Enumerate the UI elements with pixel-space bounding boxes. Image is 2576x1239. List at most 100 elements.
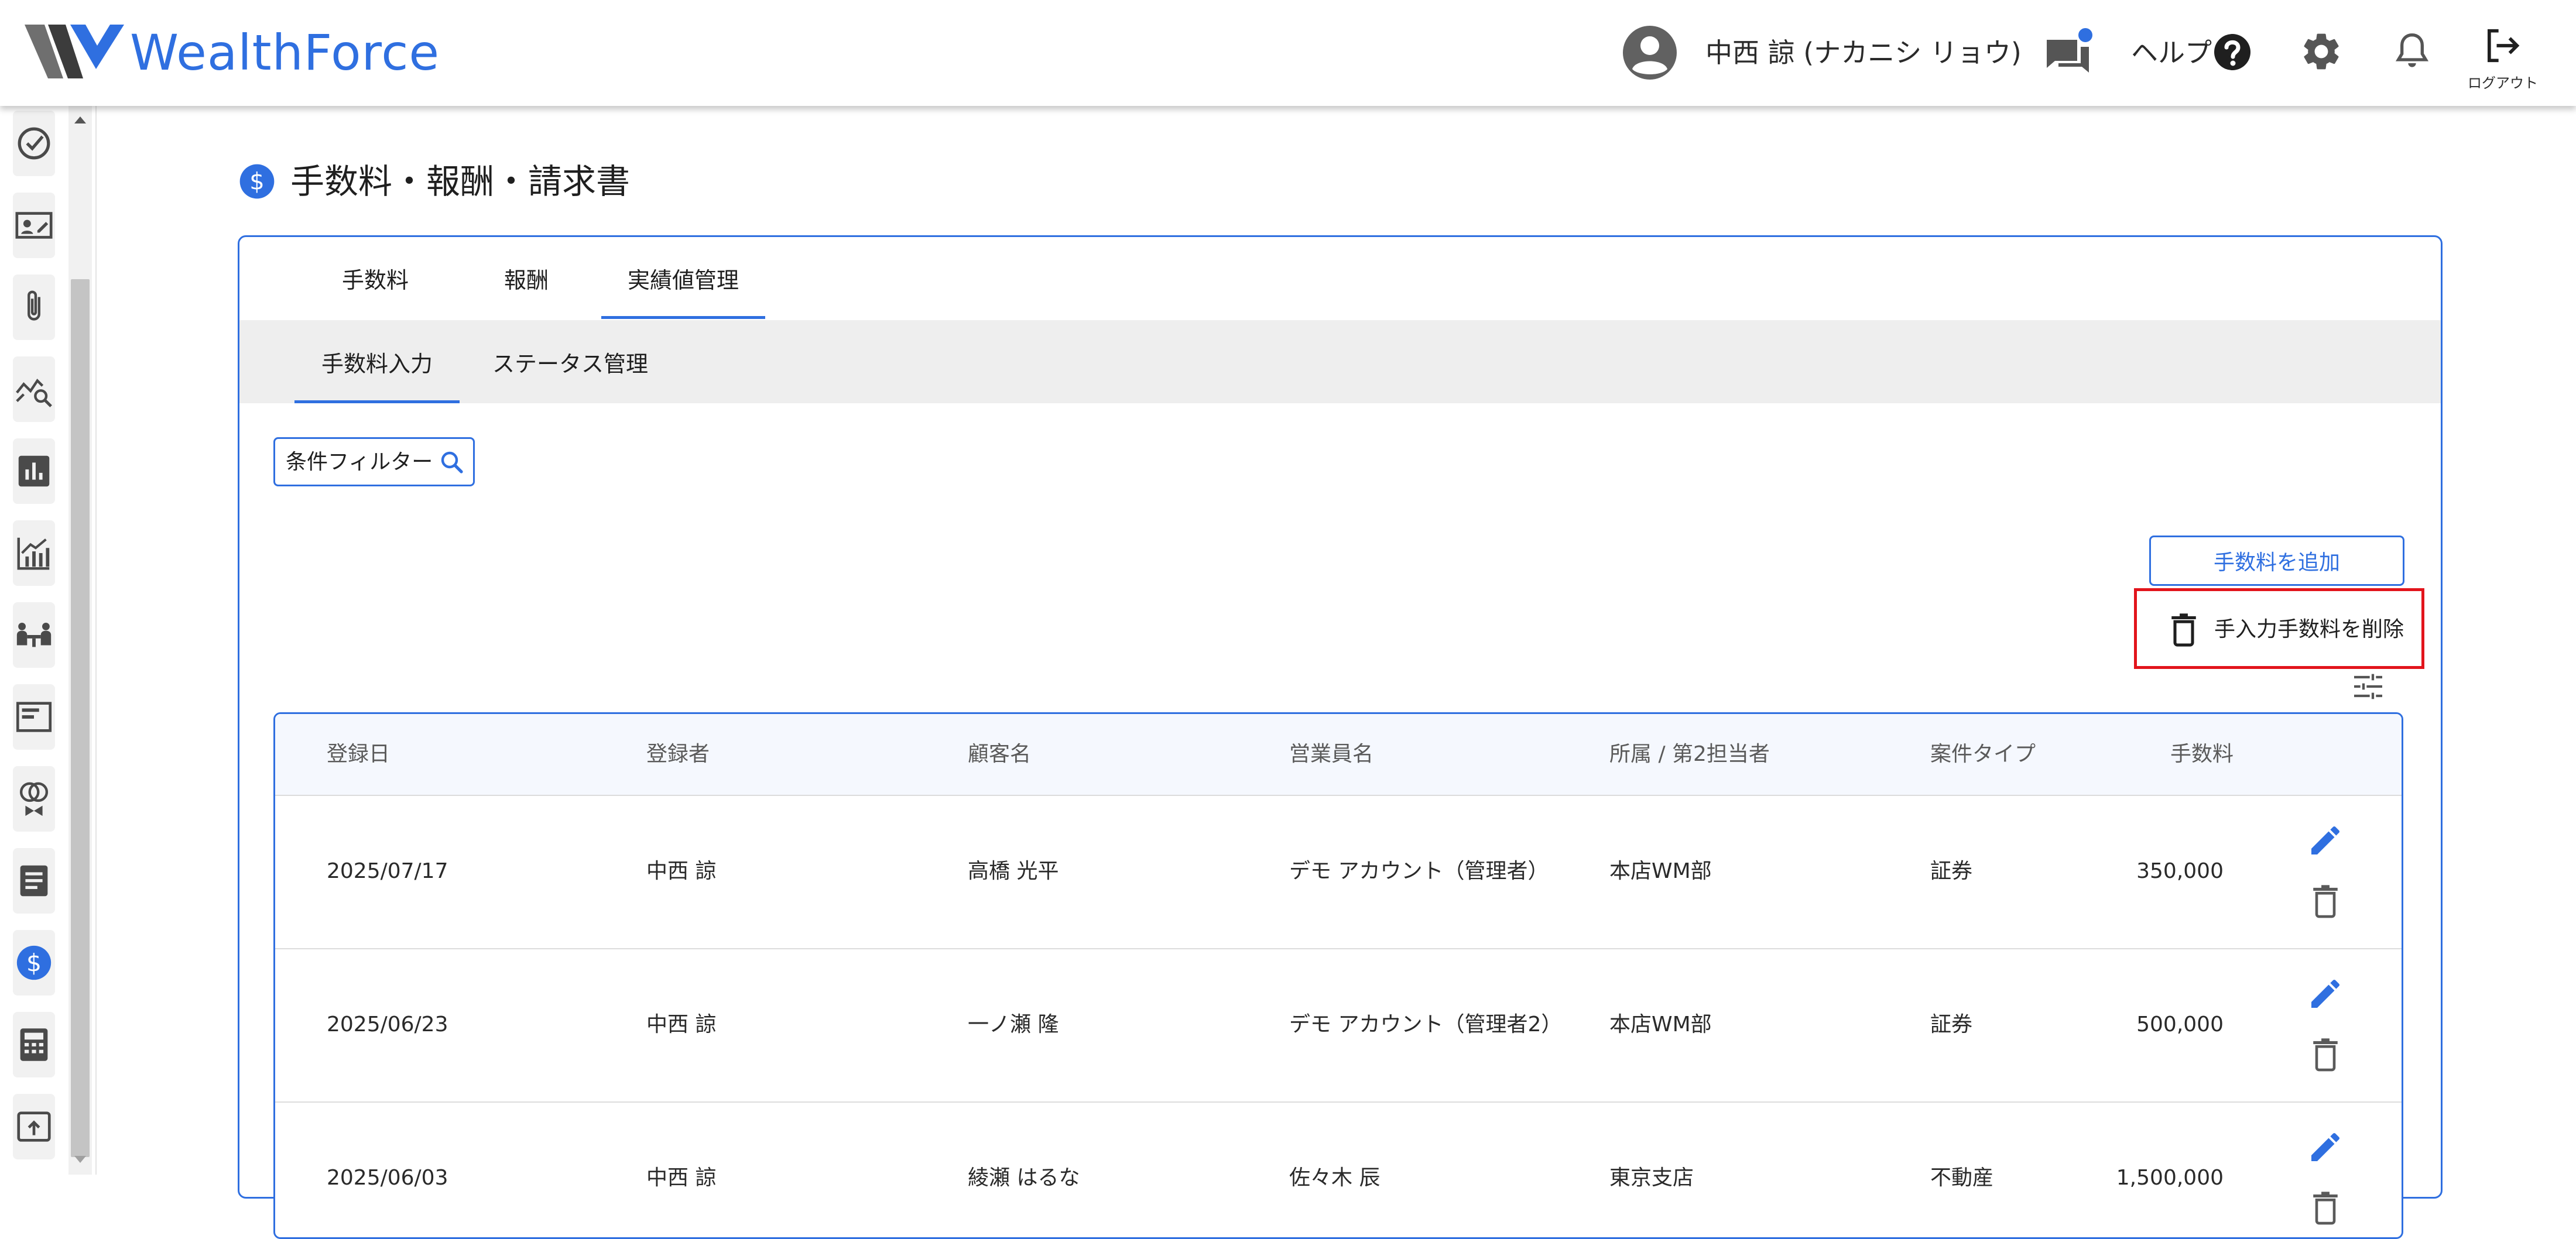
cell-affiliation: 本店WM部: [1609, 859, 1712, 883]
cell-customer-name: 綾瀬 はるな: [968, 1166, 1080, 1190]
cell-registrant: 中西 諒: [646, 1166, 717, 1190]
delete-manual-fee-label: 手入力手数料を削除: [2214, 617, 2404, 641]
svg-text:$: $: [249, 168, 264, 195]
column-header-fee[interactable]: 手数料: [2170, 714, 2234, 795]
column-header-customer-name[interactable]: 顧客名: [968, 714, 1031, 795]
cell-affiliation: 本店WM部: [1609, 1013, 1712, 1036]
bar-chart-box-icon: [18, 455, 50, 487]
cell-registration-date: 2025/06/03: [327, 1166, 448, 1190]
sidebar-item-reports[interactable]: [13, 438, 55, 504]
cell-registrant: 中西 諒: [646, 859, 717, 883]
brand-name[interactable]: WealthForce: [130, 23, 440, 82]
table-header: 登録日 登録者 顧客名 営業員名 所属 / 第2担当者 案件タイプ 手数料: [275, 714, 2402, 796]
sidebar-item-meetings[interactable]: [13, 602, 55, 668]
dollar-icon: $: [239, 164, 275, 199]
sidebar-item-analysis[interactable]: [13, 356, 55, 422]
help-icon[interactable]: [2213, 33, 2252, 71]
chart-search-icon: [16, 378, 52, 407]
cell-customer-name: 一ノ瀬 隆: [968, 1013, 1059, 1036]
fees-table: 登録日 登録者 顧客名 営業員名 所属 / 第2担当者 案件タイプ 手数料 20…: [273, 712, 2403, 1239]
add-fee-button[interactable]: 手数料を追加: [2149, 536, 2404, 586]
fees-card: 手数料 報酬 実績値管理 手数料入力 ステータス管理 条件フィルター 手数料を追…: [238, 235, 2443, 1239]
cell-case-type: 証券: [1930, 859, 1973, 883]
sidebar-item-upload[interactable]: [13, 1094, 55, 1159]
user-name[interactable]: 中西 諒 (ナカニシ リョウ): [1705, 34, 2022, 71]
chat-icon[interactable]: [2042, 27, 2095, 80]
growth-chart-icon: [17, 537, 50, 570]
sidebar-item-profile[interactable]: [13, 193, 55, 258]
trash-icon[interactable]: [2309, 1037, 2342, 1072]
cell-registration-date: 2025/06/23: [327, 1013, 448, 1036]
logout-icon[interactable]: [2480, 23, 2524, 68]
settings-gear-icon[interactable]: [2299, 29, 2344, 74]
notification-bell-icon[interactable]: [2389, 28, 2435, 75]
cell-registration-date: 2025/07/17: [327, 859, 448, 883]
cell-affiliation: 東京支店: [1609, 1166, 1694, 1190]
trash-icon[interactable]: [2309, 884, 2342, 919]
upload-icon: [17, 1111, 51, 1142]
sidebar-item-performance[interactable]: [13, 520, 55, 586]
sidebar-scroll-thumb[interactable]: [71, 279, 90, 1157]
paperclip-icon: [28, 290, 40, 321]
id-card-edit-icon: [15, 212, 53, 239]
help-label[interactable]: ヘルプ: [2131, 34, 2212, 71]
cell-sales-rep: デモ アカウント（管理者）: [1289, 859, 1549, 883]
subtab-bar: 手数料入力 ステータス管理: [239, 320, 2441, 403]
column-settings-icon[interactable]: [2349, 668, 2387, 705]
rings-icon: [19, 782, 49, 816]
column-header-sales-rep[interactable]: 営業員名: [1289, 714, 1373, 795]
cell-customer-name: 高橋 光平: [968, 859, 1059, 883]
sidebar-item-documents[interactable]: [13, 684, 55, 750]
trash-icon[interactable]: [2309, 1190, 2342, 1226]
filter-label: 条件フィルター: [286, 450, 433, 474]
edit-pencil-icon[interactable]: [2307, 822, 2344, 859]
sidebar: $: [0, 106, 97, 1175]
tab-performance-management[interactable]: 実績値管理: [601, 237, 765, 319]
cell-fee: 500,000: [2136, 1013, 2224, 1036]
calculator-icon: [20, 1028, 48, 1061]
logout-label[interactable]: ログアウト: [2459, 71, 2547, 92]
sidebar-item-notes[interactable]: [13, 848, 55, 914]
trash-icon: [2171, 613, 2196, 647]
document-card-icon: [16, 702, 52, 732]
cell-registrant: 中西 諒: [646, 1013, 717, 1036]
page-title: 手数料・報酬・請求書: [290, 162, 631, 201]
meeting-icon: [16, 623, 52, 647]
cell-sales-rep: 佐々木 辰: [1289, 1166, 1381, 1190]
edit-pencil-icon[interactable]: [2307, 975, 2344, 1013]
tab-fees[interactable]: 手数料: [305, 237, 446, 319]
table-row: 2025/07/17 中西 諒 高橋 光平 デモ アカウント（管理者） 本店WM…: [275, 795, 2402, 949]
cell-case-type: 証券: [1930, 1013, 1973, 1036]
scroll-down-arrow-icon[interactable]: [73, 1154, 88, 1165]
cell-sales-rep: デモ アカウント（管理者2）: [1289, 1013, 1563, 1036]
edit-pencil-icon[interactable]: [2307, 1128, 2344, 1166]
column-header-registration-date[interactable]: 登録日: [327, 714, 390, 795]
sidebar-item-fees[interactable]: $: [13, 930, 55, 996]
app-header: WealthForce 中西 諒 (ナカニシ リョウ) ヘルプ ログアウト: [0, 0, 2576, 106]
search-icon[interactable]: [438, 448, 466, 476]
cell-fee: 350,000: [2136, 859, 2224, 883]
subtab-fee-input[interactable]: 手数料入力: [294, 320, 460, 403]
column-header-case-type[interactable]: 案件タイプ: [1930, 714, 2036, 795]
user-avatar-icon[interactable]: [1622, 25, 1678, 81]
dollar-icon: $: [16, 945, 52, 980]
delete-manual-fee-button[interactable]: 手入力手数料を削除: [2134, 588, 2424, 669]
tab-compensation[interactable]: 報酬: [468, 237, 585, 319]
wealthforce-logo-icon[interactable]: [25, 22, 124, 81]
cell-case-type: 不動産: [1930, 1166, 1994, 1190]
subtab-status-management[interactable]: ステータス管理: [474, 320, 667, 403]
check-circle-icon: [18, 127, 50, 160]
cell-fee: 1,500,000: [2116, 1166, 2224, 1190]
sidebar-item-calculator[interactable]: [13, 1012, 55, 1077]
scroll-up-arrow-icon[interactable]: [73, 114, 88, 126]
column-header-affiliation[interactable]: 所属 / 第2担当者: [1609, 714, 1770, 795]
sidebar-item-tasks[interactable]: [13, 111, 55, 176]
notes-icon: [20, 865, 48, 897]
condition-filter[interactable]: 条件フィルター: [273, 437, 475, 486]
table-row: 2025/06/23 中西 諒 一ノ瀬 隆 デモ アカウント（管理者2） 本店W…: [275, 948, 2402, 1103]
column-header-registrant[interactable]: 登録者: [646, 714, 710, 795]
svg-text:$: $: [26, 949, 42, 977]
table-row: 2025/06/03 中西 諒 綾瀬 はるな 佐々木 辰 東京支店 不動産 1,…: [275, 1101, 2402, 1237]
sidebar-item-relationships[interactable]: [13, 766, 55, 832]
sidebar-item-attachments[interactable]: [13, 274, 55, 340]
